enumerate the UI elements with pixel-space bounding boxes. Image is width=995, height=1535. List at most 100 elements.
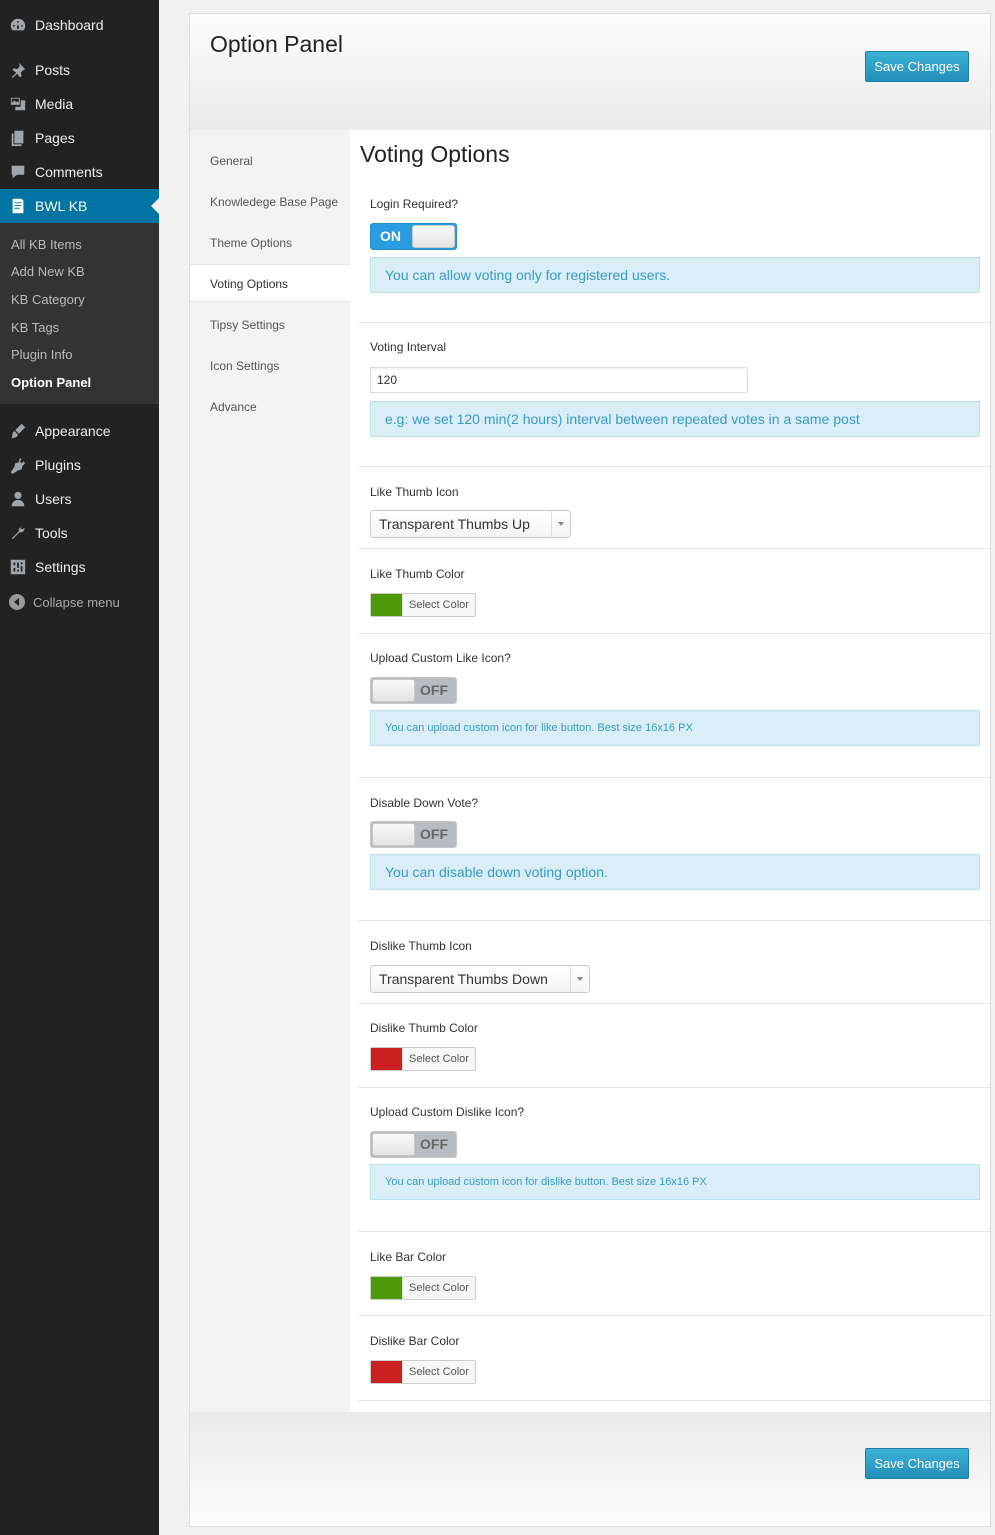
section-title: Voting Options [360,141,510,167]
menu-item-tools[interactable]: Tools [0,516,159,550]
toggle-state: OFF [420,826,448,842]
media-icon [8,94,28,114]
menu-label: Tools [35,525,68,541]
divider [358,1003,990,1004]
toggle-state: OFF [420,1136,448,1152]
upload-like-icon-label: Upload Custom Like Icon? [370,651,511,665]
menu-item-appearance[interactable]: Appearance [0,414,159,448]
page-title: Option Panel [210,31,343,57]
tab-icon-settings[interactable]: Icon Settings [210,359,279,373]
save-changes-button-bottom[interactable]: Save Changes [865,1448,969,1479]
upload-dislike-icon-toggle[interactable]: OFF [370,1131,457,1158]
disable-down-vote-info: You can disable down voting option. [370,854,980,890]
dislike-bar-color-button[interactable]: Select Color [370,1360,476,1384]
admin-sidebar: Dashboard Posts Media Pages Comments BWL… [0,0,159,1535]
menu-item-pages[interactable]: Pages [0,121,159,155]
tab-tipsy-settings[interactable]: Tipsy Settings [210,318,285,332]
upload-like-icon-info: You can upload custom icon for like butt… [370,710,980,746]
menu-item-users[interactable]: Users [0,482,159,516]
voting-interval-info: e.g: we set 120 min(2 hours) interval be… [370,401,980,437]
divider [358,322,990,323]
dislike-thumb-color-button[interactable]: Select Color [370,1047,476,1071]
divider [358,777,990,778]
submenu-option-panel[interactable]: Option Panel [11,375,91,390]
plugin-icon [8,455,28,475]
submenu-kb-category[interactable]: KB Category [11,292,85,307]
menu-item-comments[interactable]: Comments [0,155,159,189]
menu-item-settings[interactable]: Settings [0,550,159,584]
toggle-knob [372,823,415,846]
divider [358,466,990,467]
select-color-label: Select Color [402,1048,475,1070]
chevron-down-icon [551,511,570,537]
menu-label: Users [35,491,72,507]
menu-label: BWL KB [35,198,88,214]
divider [358,548,990,549]
divider [358,1315,990,1316]
submenu-plugin-info[interactable]: Plugin Info [11,347,72,362]
voting-interval-label: Voting Interval [370,340,447,354]
color-swatch [371,594,402,616]
menu-label: Posts [35,62,71,78]
menu-label: Comments [35,164,103,180]
toggle-knob [372,1133,415,1156]
voting-options-content: Voting Options Login Required? ON You ca… [350,130,990,1412]
menu-label: Appearance [35,423,111,439]
submenu-kb-tags[interactable]: KB Tags [11,320,59,335]
divider [358,920,990,921]
divider [358,1231,990,1232]
like-thumb-icon-select[interactable]: Transparent Thumbs Up [370,510,571,538]
menu-item-bwl-kb[interactable]: BWL KB [0,189,159,223]
login-required-toggle[interactable]: ON [370,223,457,250]
dashboard-icon [8,15,28,35]
dislike-thumb-color-label: Dislike Thumb Color [370,1021,478,1035]
tab-theme-options[interactable]: Theme Options [210,236,292,250]
disable-down-vote-label: Disable Down Vote? [370,796,479,810]
comment-icon [8,162,28,182]
color-swatch [371,1361,402,1383]
pages-icon [8,128,28,148]
tab-knowledge-base-page[interactable]: Knowledege Base Page [210,195,338,209]
menu-label: Pages [35,130,75,146]
toggle-knob [372,679,415,702]
user-icon [8,489,28,509]
menu-label: Settings [35,559,86,575]
upload-dislike-icon-info: You can upload custom icon for dislike b… [370,1164,980,1200]
like-bar-color-label: Like Bar Color [370,1250,447,1264]
option-panel: Option Panel Save Changes General Knowle… [189,13,991,1527]
dislike-thumb-icon-select[interactable]: Transparent Thumbs Down [370,965,590,993]
divider [358,1400,990,1401]
tab-general[interactable]: General [210,154,253,168]
submenu-all-kb-items[interactable]: All KB Items [11,237,82,252]
select-color-label: Select Color [402,594,475,616]
menu-item-posts[interactable]: Posts [0,53,159,87]
disable-down-vote-toggle[interactable]: OFF [370,821,457,848]
login-required-label: Login Required? [370,197,459,211]
save-changes-button[interactable]: Save Changes [865,51,969,82]
tab-advance[interactable]: Advance [210,400,257,414]
like-thumb-color-button[interactable]: Select Color [370,593,476,617]
select-value: Transparent Thumbs Down [379,971,548,987]
select-color-label: Select Color [402,1361,475,1383]
submenu-add-new-kb[interactable]: Add New KB [11,264,85,279]
like-bar-color-button[interactable]: Select Color [370,1276,476,1300]
select-value: Transparent Thumbs Up [379,516,530,532]
menu-item-dashboard[interactable]: Dashboard [0,8,159,42]
menu-label: Dashboard [35,17,104,33]
login-required-info: You can allow voting only for registered… [370,257,980,293]
kb-submenu: All KB Items Add New KB KB Category KB T… [0,223,159,404]
voting-interval-input[interactable]: 120 [370,367,748,393]
chevron-down-icon [570,966,589,992]
menu-label: Media [35,96,74,112]
collapse-menu-button[interactable]: Collapse menu [0,590,120,614]
panel-footer: Save Changes [190,1412,990,1526]
toggle-knob [412,225,455,248]
color-swatch [371,1048,402,1070]
upload-like-icon-toggle[interactable]: OFF [370,677,457,704]
divider [358,633,990,634]
menu-item-media[interactable]: Media [0,87,159,121]
toggle-state: ON [380,228,401,244]
menu-item-plugins[interactable]: Plugins [0,448,159,482]
panel-nav: General Knowledege Base Page Theme Optio… [190,130,350,1412]
tab-voting-options[interactable]: Voting Options [210,277,288,291]
